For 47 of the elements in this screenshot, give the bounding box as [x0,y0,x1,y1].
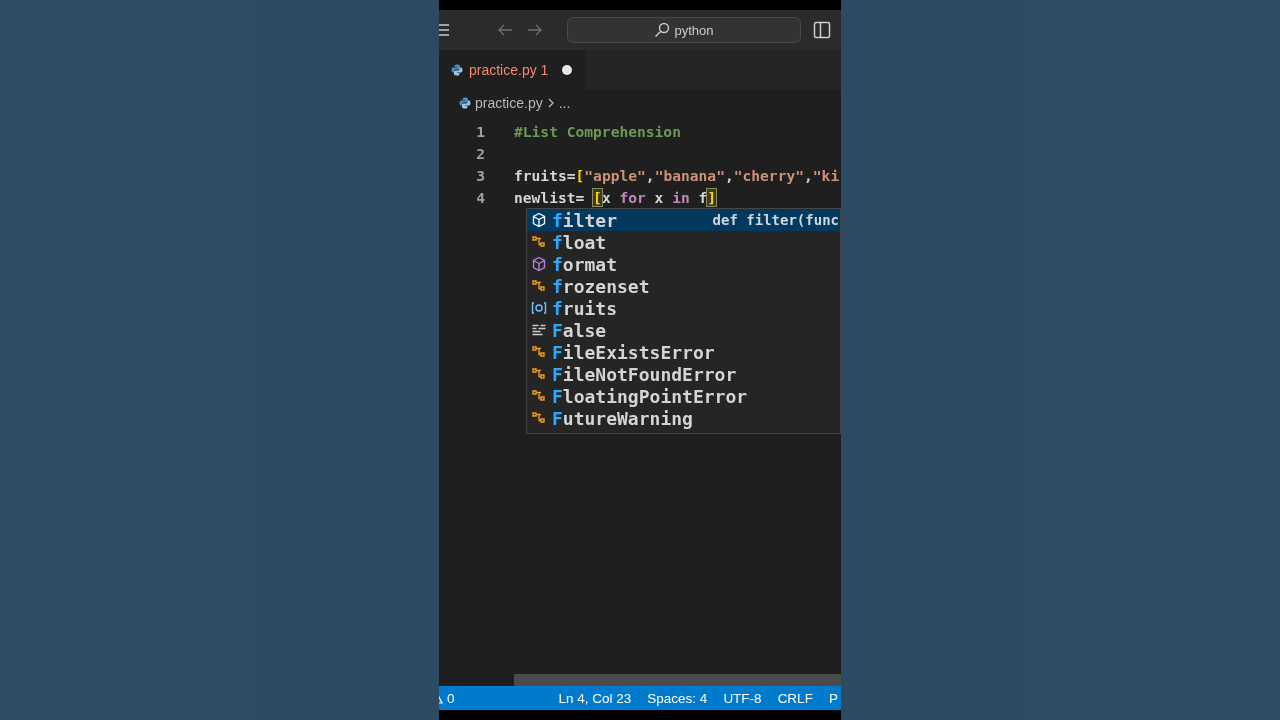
suggestion-item[interactable]: FileExistsError [527,341,840,363]
suggestion-item[interactable]: format [527,253,840,275]
class-icon [531,366,547,382]
code-line: #List Comprehension [514,122,681,140]
suggestion-item[interactable]: FutureWarning [527,407,840,429]
class-icon [531,278,547,294]
line-number: 2 [475,144,486,162]
status-item[interactable]: Ln 4, Col 23 [558,690,632,706]
suggestion-item[interactable]: filter def filter(func [527,209,840,231]
status-item[interactable]: P [828,690,838,706]
class-icon [531,388,547,404]
back-arrow-icon[interactable] [497,23,513,37]
status-item[interactable]: CRLF [777,690,813,706]
suggestion-item[interactable]: float [527,231,840,253]
line-number: 4 [475,188,486,206]
suggestion-item[interactable]: False [527,319,840,341]
scrollbar[interactable] [514,674,841,686]
variable-icon [531,300,547,316]
status-item[interactable]: 0 [447,690,455,706]
keyword-icon [531,322,547,338]
chevron-icon [546,97,555,109]
forward-arrow-icon[interactable] [527,23,543,37]
suggestion-detail: def filter(func [712,212,840,228]
cube-icon [531,256,547,272]
breadcrumb-item[interactable]: practice.py [475,95,543,111]
suggestion-item[interactable]: fruits [527,297,840,319]
search-icon [654,22,671,38]
menu-icon[interactable] [439,23,451,37]
breadcrumb-item[interactable]: ... [558,95,571,111]
line-number: 1 [475,122,486,140]
python-file-icon [459,97,471,109]
suggestion-item[interactable]: FileNotFoundError [527,363,840,385]
suggestion-item[interactable]: frozenset [527,275,840,297]
code-line: fruits=["apple","banana","cherry","ki [514,166,840,184]
status-item[interactable]: UTF-8 [723,690,762,706]
suggestion-item[interactable]: FloatingPointError [527,385,840,407]
status-item[interactable]: Spaces: 4 [647,690,708,706]
code-line: newlist= [x for x in f] [514,188,717,206]
cube-icon [531,212,547,228]
class-icon [531,410,547,426]
python-file-icon [451,64,463,76]
class-icon [531,234,547,250]
line-number: 3 [475,166,486,184]
layout-icon[interactable] [813,21,831,39]
file-tab[interactable]: practice.py 1 [439,50,585,90]
class-icon [531,344,547,360]
search-field[interactable]: python [567,17,801,43]
